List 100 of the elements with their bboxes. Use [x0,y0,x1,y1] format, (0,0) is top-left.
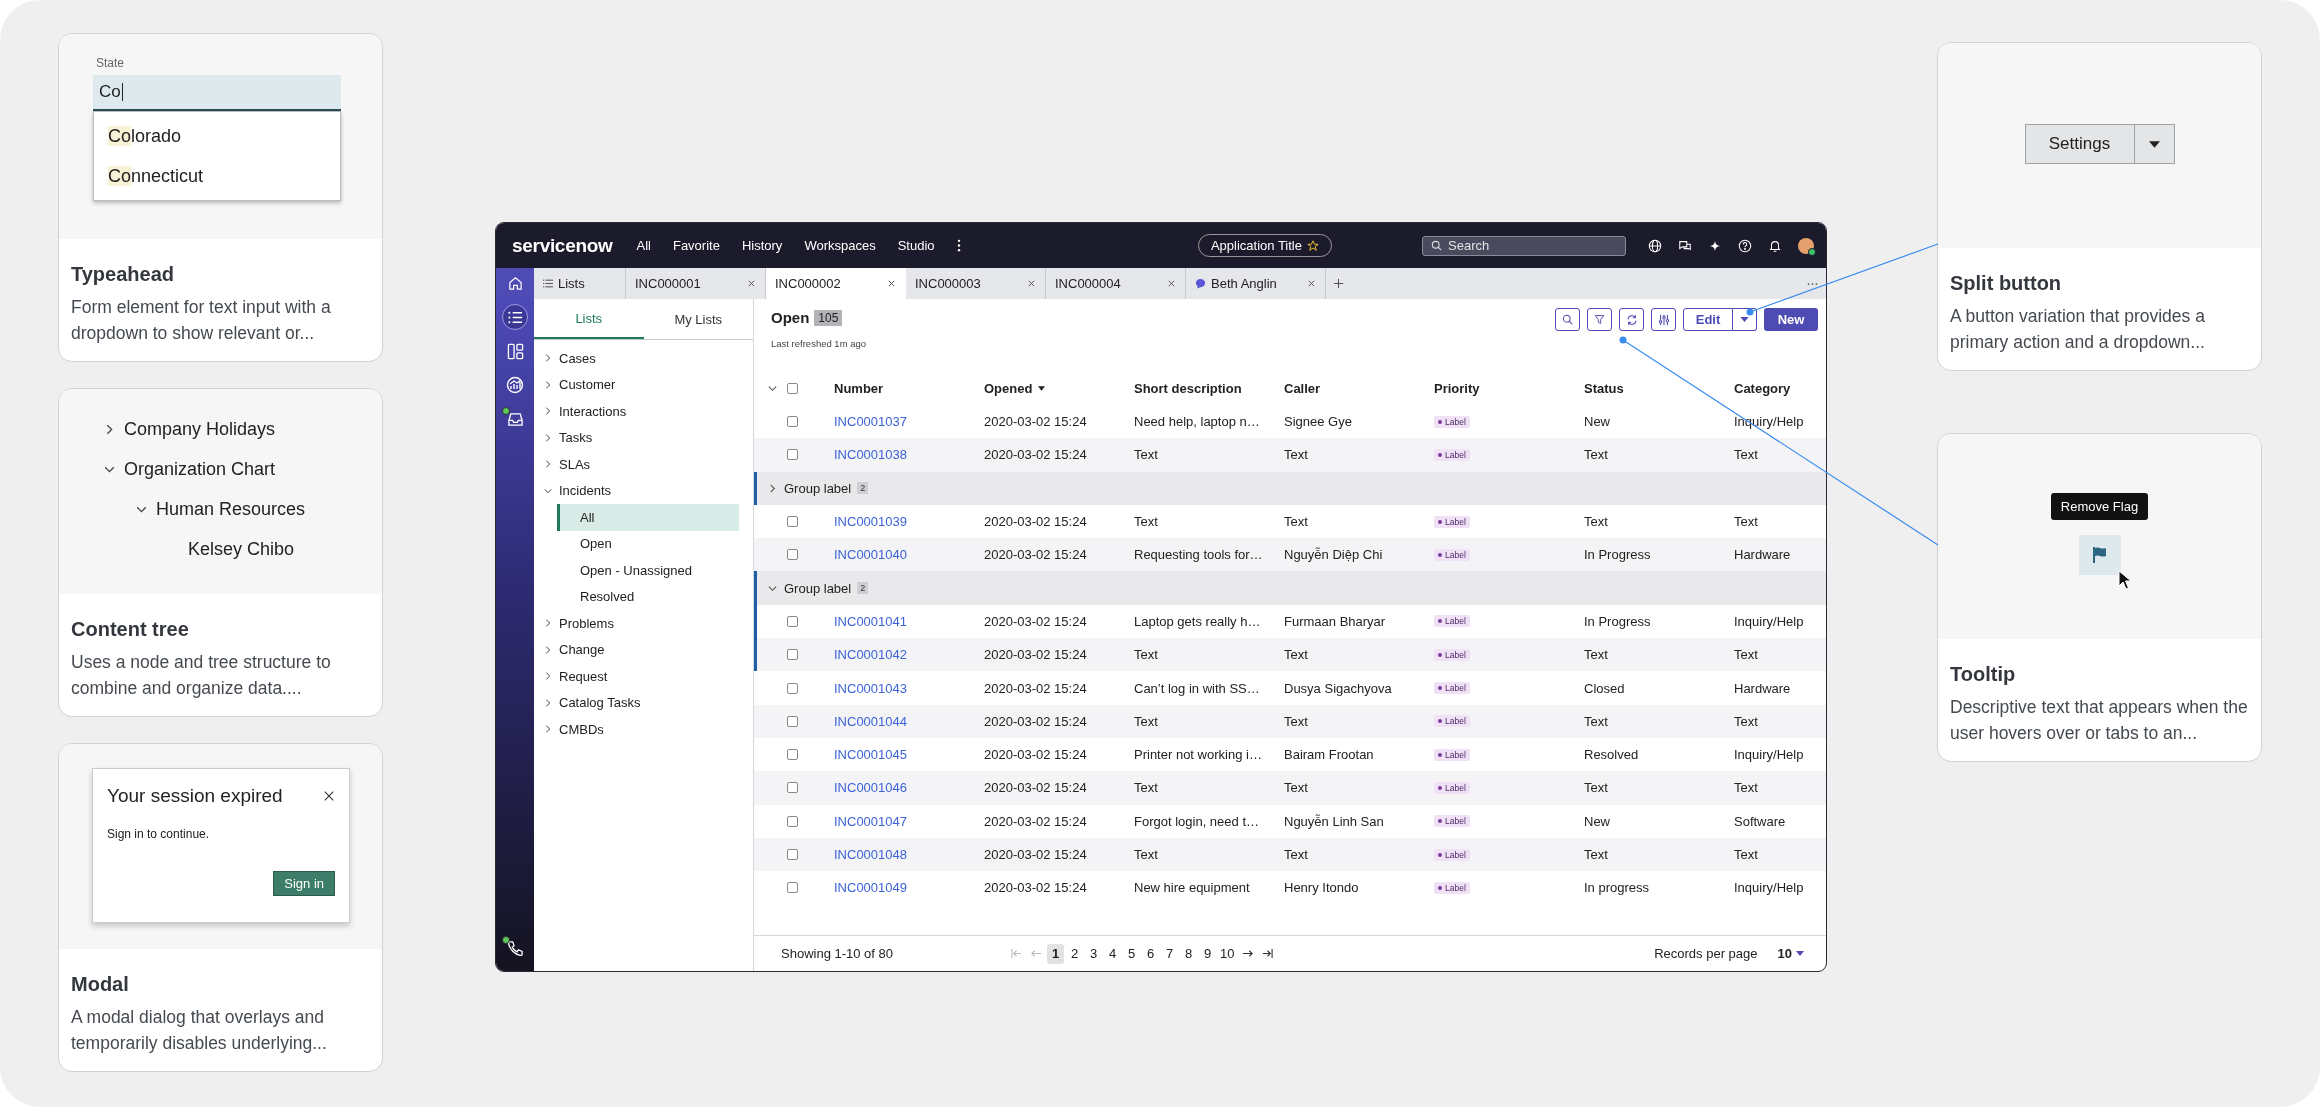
dropdown-option[interactable]: Colorado [94,116,340,156]
sidebar-tab[interactable]: My Lists [643,299,753,339]
page-button[interactable]: 10 [1218,943,1237,964]
page-button[interactable]: 3 [1085,943,1102,964]
state-input-field[interactable]: Co [93,75,341,111]
incident-number-link[interactable]: INC0001038 [834,447,907,463]
page-button[interactable]: 4 [1104,943,1121,964]
group-row[interactable]: Group label 2 [754,471,1826,505]
dropdown-button[interactable] [2134,124,2175,164]
row-checkbox[interactable] [787,649,798,661]
chevron-icon[interactable] [543,724,553,735]
sidebar-subitem[interactable]: Open [557,530,739,557]
column-header[interactable]: Number [834,380,884,396]
star-icon[interactable] [1307,239,1319,252]
sidebar-subitem[interactable]: Resolved [557,583,739,610]
incident-number-link[interactable]: INC0001041 [834,613,907,629]
page-button[interactable]: 5 [1123,943,1140,964]
page-button[interactable]: 7 [1161,943,1178,964]
more-options-icon[interactable] [956,239,961,252]
incident-number-link[interactable]: INC0001049 [834,880,907,896]
column-header[interactable]: Category [1734,380,1791,396]
row-checkbox[interactable] [787,815,798,827]
sidebar-item[interactable]: Incidents [559,483,612,499]
row-checkbox[interactable] [787,715,798,727]
page-button[interactable]: 2 [1066,943,1083,964]
chevron-icon[interactable] [543,379,553,390]
page-button[interactable]: 6 [1142,943,1159,964]
row-checkbox[interactable] [787,849,798,860]
notification-bell-icon[interactable] [1768,238,1782,253]
user-avatar[interactable] [1798,237,1814,254]
incident-number-link[interactable]: INC0001044 [834,713,907,729]
row-checkbox[interactable] [787,615,798,627]
help-icon[interactable] [1738,238,1752,253]
sidebar-item[interactable]: Interactions [559,403,627,419]
sidebar-item[interactable]: Cases [559,350,596,366]
sidebar-item[interactable]: Problems [559,615,614,631]
column-header[interactable]: Opened [984,380,1046,396]
row-checkbox[interactable] [787,682,798,694]
page-button[interactable]: 1 [1047,943,1064,964]
sidebar-item[interactable]: Change [559,642,605,658]
sidebar-tab[interactable]: Lists [534,299,644,339]
home-button[interactable] [496,268,534,299]
column-header[interactable]: Caller [1284,380,1321,396]
close-icon[interactable] [323,790,335,802]
incident-number-link[interactable]: INC0001040 [834,547,907,563]
close-icon[interactable] [1027,279,1036,288]
incident-number-link[interactable]: INC0001037 [834,414,907,430]
edit-button[interactable]: Edit [1683,308,1733,331]
close-icon[interactable] [747,279,756,288]
incident-number-link[interactable]: INC0001039 [834,514,907,530]
records-per-page-dropdown[interactable]: 10 [1777,946,1804,961]
tab[interactable]: INC000002 [766,268,906,299]
chevron-icon[interactable] [543,353,553,364]
settings-button[interactable]: Settings [2024,124,2135,164]
edit-dropdown-button[interactable] [1733,308,1757,331]
search-field[interactable]: Search [1422,235,1626,256]
nav-menu-item[interactable]: History [741,238,783,253]
column-header[interactable]: Priority [1434,380,1480,396]
incident-number-link[interactable]: INC0001047 [834,813,907,829]
column-header[interactable]: Status [1584,380,1624,396]
column-header[interactable]: Short description [1134,380,1242,396]
tree-node[interactable]: Human Resources [156,498,306,520]
sort-descending-icon[interactable] [1038,385,1046,391]
row-checkbox[interactable] [787,782,798,794]
add-tab-icon[interactable] [1333,278,1344,289]
incident-number-link[interactable]: INC0001043 [834,680,907,696]
row-checkbox[interactable] [787,516,798,528]
incident-number-link[interactable]: INC0001048 [834,847,907,862]
row-checkbox[interactable] [787,416,798,428]
sidebar-item[interactable]: SLAs [559,456,591,472]
chevron-icon[interactable] [543,644,553,655]
rail-list-icon[interactable] [502,304,528,330]
tab[interactable]: Lists [534,268,626,299]
chevron-icon[interactable] [767,482,778,494]
row-checkbox[interactable] [787,549,798,561]
refresh-button[interactable] [1619,308,1644,331]
nav-menu-item[interactable]: Workspaces [804,238,876,253]
close-icon[interactable] [1167,279,1176,288]
chevron-icon[interactable] [543,432,553,443]
chevron-icon[interactable] [543,618,553,629]
row-checkbox[interactable] [787,449,798,461]
sidebar-item[interactable]: Catalog Tasks [559,695,641,711]
chevron-icon[interactable] [543,459,553,470]
nav-menu-item[interactable]: Favorite [672,238,720,253]
sidebar-subitem[interactable]: All [557,504,739,531]
tree-node[interactable]: Kelsey Chibo [188,538,295,560]
chevron-icon[interactable] [543,697,553,708]
sidebar-subitem[interactable]: Open - Unassigned [557,557,739,584]
filter-button[interactable] [1587,308,1612,331]
tab[interactable]: INC000004 [1046,268,1186,299]
nav-menu-item[interactable]: Studio [897,238,935,253]
new-button[interactable]: New [1764,308,1818,331]
group-row[interactable]: Group label 2 [754,571,1826,605]
row-checkbox[interactable] [787,749,798,761]
page-button[interactable]: 9 [1199,943,1216,964]
chat-icon[interactable] [1678,238,1692,253]
incident-number-link[interactable]: INC0001046 [834,780,907,796]
tab[interactable]: Beth Anglin [1186,268,1326,299]
logo[interactable]: servicenow [512,234,613,257]
tree-node[interactable]: Company Holidays [124,418,276,440]
